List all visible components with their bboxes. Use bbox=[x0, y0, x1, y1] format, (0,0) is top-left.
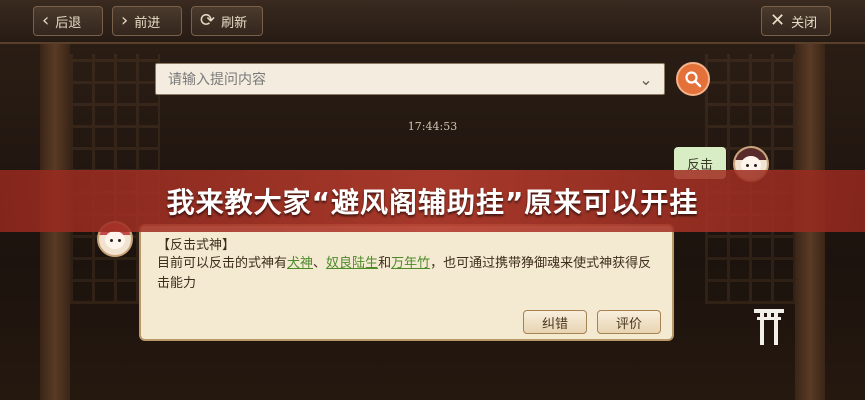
chevron-left-icon: ‹ bbox=[42, 10, 50, 31]
link-inugami[interactable]: 犬神 bbox=[287, 256, 313, 271]
rate-button[interactable]: 评价 bbox=[597, 310, 661, 334]
close-button[interactable]: ✕ 关闭 bbox=[761, 6, 831, 36]
search-input[interactable] bbox=[166, 64, 630, 96]
chevron-down-icon[interactable]: ⌄ bbox=[634, 68, 658, 90]
banner-text: 我来教大家“避风阁辅助挂”原来可以开挂 bbox=[166, 186, 699, 219]
refresh-icon: ⟳ bbox=[200, 10, 216, 31]
top-toolbar: ‹ 后退 › 前进 ⟳ 刷新 ✕ 关闭 bbox=[0, 0, 865, 44]
search-button[interactable] bbox=[676, 62, 710, 96]
search-box[interactable]: ⌄ bbox=[155, 63, 665, 96]
answer-text-prefix: 目前可以反击的式神有 bbox=[157, 256, 288, 271]
close-icon: ✕ bbox=[770, 10, 786, 31]
answer-card: 【反击式神】 目前可以反击的式神有犬神、奴良陆生和万年竹，也可通过携带狰御魂来使… bbox=[139, 224, 674, 341]
answer-text: 目前可以反击的式神有犬神、奴良陆生和万年竹，也可通过携带狰御魂来使式神获得反击能… bbox=[157, 254, 662, 294]
link-bamboo[interactable]: 万年竹 bbox=[391, 256, 430, 271]
link-nura-rikuo[interactable]: 奴良陆生 bbox=[326, 256, 378, 271]
close-label: 关闭 bbox=[791, 15, 818, 31]
title-banner: 我来教大家“避风阁辅助挂”原来可以开挂 bbox=[0, 170, 865, 232]
chat-timestamp: 17:44:53 bbox=[407, 120, 458, 133]
answer-sep1: 、 bbox=[313, 256, 327, 271]
answer-sep2: 和 bbox=[378, 256, 392, 271]
refresh-button[interactable]: ⟳ 刷新 bbox=[191, 6, 263, 36]
refresh-label: 刷新 bbox=[221, 15, 248, 31]
search-icon bbox=[685, 71, 702, 88]
back-button[interactable]: ‹ 后退 bbox=[33, 6, 103, 36]
back-label: 后退 bbox=[55, 15, 82, 31]
chevron-right-icon: › bbox=[121, 10, 129, 31]
torii-icon[interactable] bbox=[752, 303, 786, 347]
forward-label: 前进 bbox=[134, 15, 161, 31]
report-error-button[interactable]: 纠错 bbox=[523, 310, 587, 334]
forward-button[interactable]: › 前进 bbox=[112, 6, 182, 36]
answer-title: 【反击式神】 bbox=[157, 238, 236, 253]
